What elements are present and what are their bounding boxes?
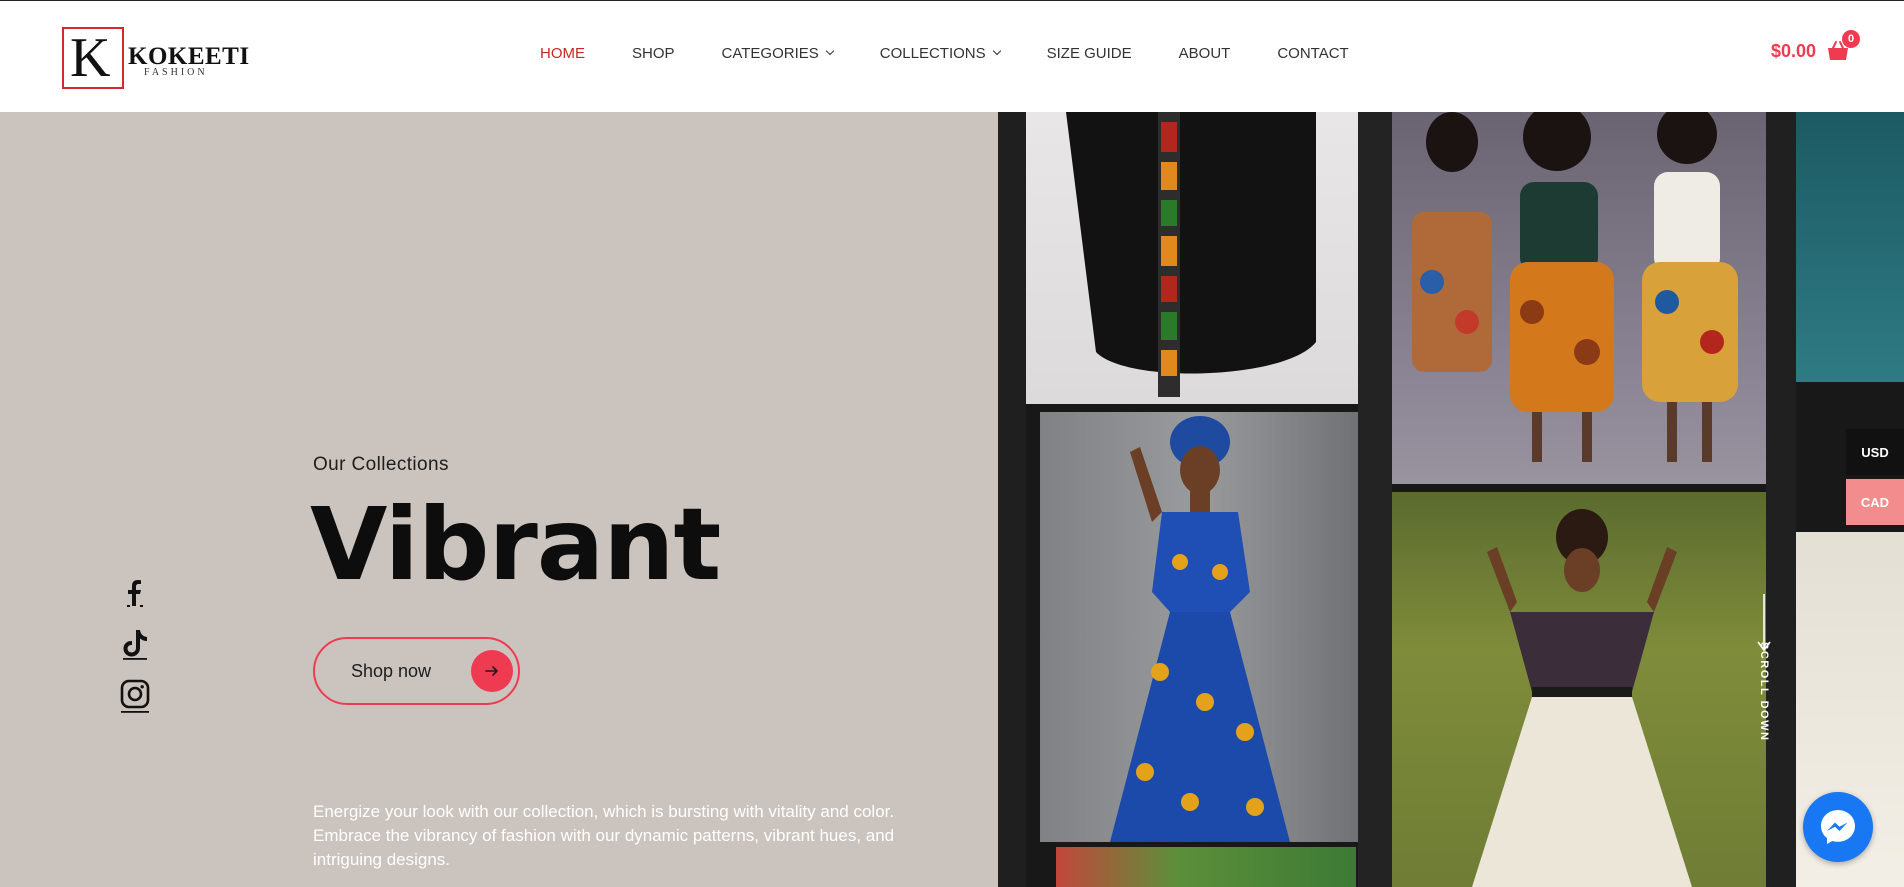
product-photo-white-skirt	[1392, 492, 1766, 887]
nav-item-collections[interactable]: COLLECTIONS	[879, 44, 1001, 62]
nav-item-label: SIZE GUIDE	[1046, 44, 1132, 62]
hero-headline: Vibrant	[310, 486, 721, 603]
nav-item-label: COLLECTIONS	[879, 44, 986, 62]
logo-tagline: FASHION	[144, 67, 208, 78]
film-strip	[1766, 112, 1796, 887]
scroll-down-indicator[interactable]: SCROLL DOWN	[1752, 592, 1776, 752]
facebook-icon[interactable]	[118, 575, 152, 609]
cart-count-badge: 0	[1842, 30, 1860, 48]
chevron-down-icon	[992, 46, 1001, 56]
product-photo-bottom	[1056, 847, 1356, 887]
site-header: K KOKEETI FASHION HOME SHOP CATEGORIES C…	[0, 0, 1904, 112]
nav-item-size-guide[interactable]: SIZE GUIDE	[1047, 45, 1132, 62]
nav-item-home[interactable]: HOME	[540, 45, 585, 62]
product-photo-shirt	[1026, 112, 1358, 404]
film-strip	[998, 112, 1026, 887]
cart-total: $0.00	[1770, 40, 1816, 61]
chevron-down-icon	[825, 46, 835, 56]
messenger-icon	[1821, 810, 1855, 844]
hero-description: Energize your look with our collection, …	[313, 802, 895, 869]
nav-item-categories[interactable]: CATEGORIES	[721, 44, 835, 62]
logo-letter: K	[70, 27, 111, 89]
site-logo[interactable]: K KOKEETI FASHION	[62, 27, 249, 91]
cart-button[interactable]: $0.00 0	[1770, 30, 1860, 63]
nav-item-shop[interactable]: SHOP	[632, 45, 675, 62]
instagram-icon[interactable]	[118, 679, 152, 713]
product-photo-edge-top	[1796, 112, 1904, 382]
nav-item-label: HOME	[540, 44, 585, 62]
nav-item-label: CATEGORIES	[721, 44, 819, 62]
hero-eyebrow: Our Collections	[313, 454, 449, 475]
nav-item-label: ABOUT	[1178, 44, 1231, 62]
currency-cad-button[interactable]: CAD	[1846, 479, 1904, 525]
nav-item-label: SHOP	[632, 44, 675, 62]
shopping-basket-icon: 0	[1826, 30, 1860, 63]
arrow-right-icon	[471, 650, 513, 692]
nav-item-label: CONTACT	[1277, 44, 1349, 62]
social-links	[118, 575, 152, 713]
currency-usd-button[interactable]: USD	[1846, 429, 1904, 475]
scroll-down-label: SCROLL DOWN	[1758, 642, 1770, 742]
tiktok-icon[interactable]	[118, 627, 152, 661]
product-photo-models	[1392, 112, 1766, 484]
film-strip	[1358, 112, 1392, 887]
messenger-chat-button[interactable]	[1803, 792, 1873, 862]
hero-image-collage	[998, 112, 1904, 887]
shop-now-label: Shop now	[351, 660, 432, 681]
nav-item-contact[interactable]: CONTACT	[1277, 45, 1348, 62]
nav-item-about[interactable]: ABOUT	[1179, 45, 1231, 62]
main-nav: HOME SHOP CATEGORIES COLLECTIONS SIZE GU…	[540, 41, 1396, 65]
shop-now-button[interactable]: Shop now	[313, 637, 520, 705]
product-photo-blue-dress	[1040, 412, 1358, 842]
